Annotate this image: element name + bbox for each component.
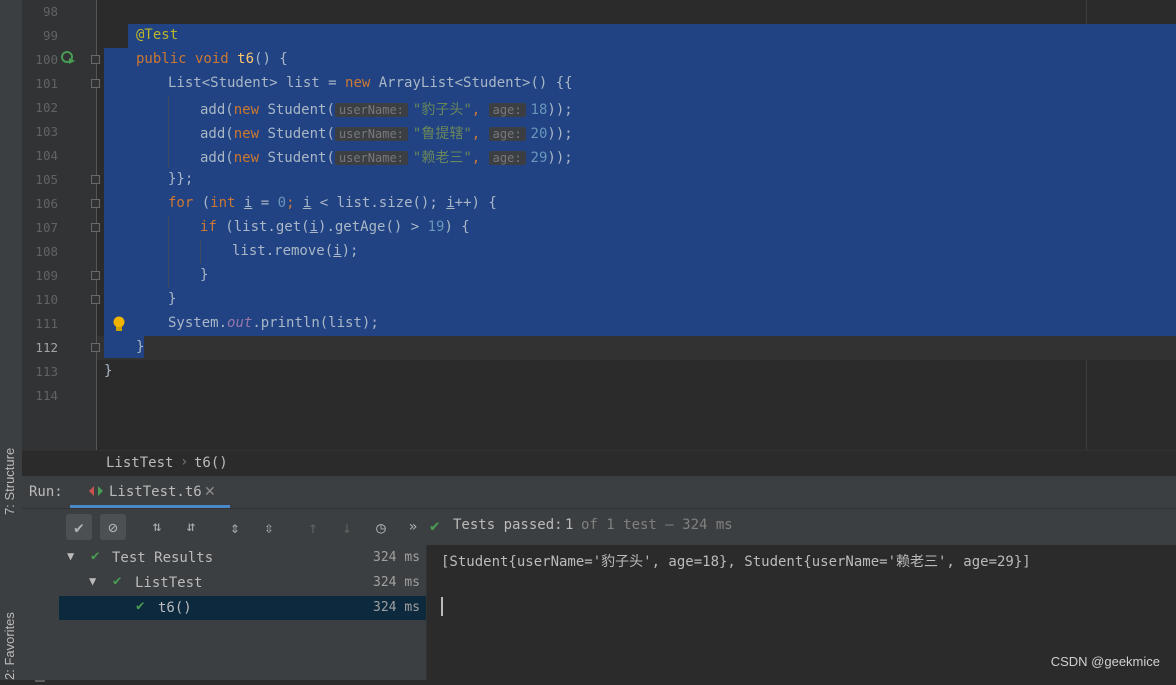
test-history-icon[interactable]: ◷ [368, 514, 394, 540]
run-tool-window-header: Run: ListTest.t6 ✕ [22, 476, 1176, 509]
check-icon: ✔ [430, 516, 440, 535]
line-number: 109 [35, 268, 58, 283]
sort-by-duration-icon[interactable]: ⇵ [178, 514, 204, 540]
breadcrumb-method[interactable]: t6() [194, 455, 228, 471]
left-tool-strip: 7: Structure 2: Favorites [0, 0, 23, 680]
code-line-108: list.remove(i); [232, 243, 359, 259]
text-caret [441, 597, 443, 616]
watermark: CSDN @geekmice [1050, 654, 1160, 669]
run-tab[interactable]: ListTest.t6 ✕ [70, 476, 230, 508]
line-number: 110 [35, 292, 58, 307]
code-line-106: for (int i = 0; i < list.size(); i++) { [168, 195, 497, 211]
fold-marker[interactable] [91, 199, 100, 208]
line-number: 106 [35, 196, 58, 211]
chevron-down-icon[interactable]: ▼ [67, 549, 74, 563]
expand-all-icon[interactable]: ⇕ [222, 514, 248, 540]
breadcrumb-class[interactable]: ListTest [106, 455, 173, 471]
fold-marker[interactable] [91, 271, 100, 280]
favorites-tab[interactable]: 2: Favorites [2, 612, 17, 680]
tree-row-listtest[interactable]: ▼ ✔ ListTest 324 ms [59, 571, 426, 595]
line-number: 102 [35, 100, 58, 115]
line-number: 99 [42, 28, 58, 43]
next-failed-icon[interactable]: ↓ [334, 514, 360, 540]
line-number: 111 [35, 316, 58, 331]
fold-marker[interactable] [91, 295, 100, 304]
tree-label: Test Results [112, 550, 214, 566]
more-actions-icon[interactable]: » [400, 514, 426, 540]
tests-summary: of 1 test – 324 ms [581, 517, 733, 533]
code-line-112: } [136, 339, 145, 355]
code-line-99: @Test [136, 27, 179, 43]
code-line-101: List<Student> list = new ArrayList<Stude… [168, 75, 573, 91]
fold-marker[interactable] [91, 175, 100, 184]
line-number: 107 [35, 220, 58, 235]
check-icon: ✔ [91, 548, 100, 564]
line-number: 114 [35, 388, 58, 403]
tree-duration: 324 ms [373, 550, 420, 565]
run-test-gutter-icon[interactable] [60, 50, 76, 66]
console-line: [Student{userName='豹子头', age=18}, Studen… [441, 554, 1031, 570]
code-line-104: add(new Student(userName: "赖老三", age: 29))… [200, 150, 573, 166]
line-number: 100 [35, 52, 58, 67]
line-number: 103 [35, 124, 58, 139]
code-line-100: public void t6() { [136, 51, 288, 67]
collapse-all-icon[interactable]: ⇳ [256, 514, 282, 540]
line-number: 112 [35, 340, 58, 355]
check-icon: ✔ [113, 573, 122, 589]
code-line-110: } [168, 291, 177, 307]
code-line-103: add(new Student(userName: "鲁提辖", age: 20))… [200, 126, 573, 142]
show-ignored-icon[interactable]: ⊘ [100, 514, 126, 540]
breadcrumb-separator-icon: › [180, 454, 189, 470]
code-line-113: } [104, 363, 113, 379]
intention-bulb-icon[interactable] [111, 315, 127, 333]
run-tab-title: ListTest.t6 [109, 484, 202, 500]
tree-label: ListTest [135, 575, 203, 591]
test-config-icon [88, 484, 103, 498]
line-number: 98 [42, 4, 58, 19]
line-number: 113 [35, 364, 58, 379]
close-icon[interactable]: ✕ [204, 483, 216, 500]
test-results-tree: ▼ ✔ Test Results 324 ms ▼ ✔ ListTest 324… [22, 545, 426, 680]
fold-marker[interactable] [91, 223, 100, 232]
tests-passed-count: 1 [565, 517, 574, 533]
line-number: 108 [35, 244, 58, 259]
tests-passed-label: Tests passed: [453, 517, 563, 533]
code-line-105: }}; [168, 171, 194, 187]
line-number: 105 [35, 172, 58, 187]
fold-marker[interactable] [91, 343, 100, 352]
text-selection [128, 24, 1176, 336]
breadcrumb: ListTest › t6() [22, 450, 1176, 476]
code-line-111: System.out.println(list); [168, 315, 379, 331]
code-line-102: add(new Student(userName: "豹子头", age: 18))… [200, 102, 573, 118]
line-number: 104 [35, 148, 58, 163]
chevron-down-icon[interactable]: ▼ [89, 574, 96, 588]
fold-marker[interactable] [91, 55, 100, 64]
show-passed-icon[interactable]: ✔ [66, 514, 92, 540]
code-editor[interactable]: 98 99 100 101 102 103 104 105 106 107 10… [22, 0, 1176, 450]
tree-duration: 324 ms [373, 575, 420, 590]
test-toolbar: ✔ ⊘ ⇅ ⇵ ⇕ ⇳ ↑ ↓ ◷ » ✔ Tests passed: 1 of… [22, 509, 1176, 545]
sort-alphabetically-icon[interactable]: ⇅ [144, 514, 170, 540]
current-line-highlight [97, 336, 1176, 360]
check-icon: ✔ [136, 598, 145, 614]
run-label: Run: [29, 484, 63, 500]
code-line-107: if (list.get(i).getAge() > 19) { [200, 219, 470, 235]
tree-duration: 324 ms [373, 600, 420, 615]
line-number: 101 [35, 76, 58, 91]
console-output[interactable]: [Student{userName='豹子头', age=18}, Studen… [427, 545, 1176, 680]
tree-row-t6[interactable]: ✔ t6() 324 ms [59, 596, 426, 620]
code-line-109: } [200, 267, 209, 283]
structure-tab[interactable]: 7: Structure [2, 448, 17, 515]
fold-marker[interactable] [91, 79, 100, 88]
tree-row-test-results[interactable]: ▼ ✔ Test Results 324 ms [59, 546, 426, 570]
tree-label: t6() [158, 600, 192, 616]
previous-failed-icon[interactable]: ↑ [300, 514, 326, 540]
